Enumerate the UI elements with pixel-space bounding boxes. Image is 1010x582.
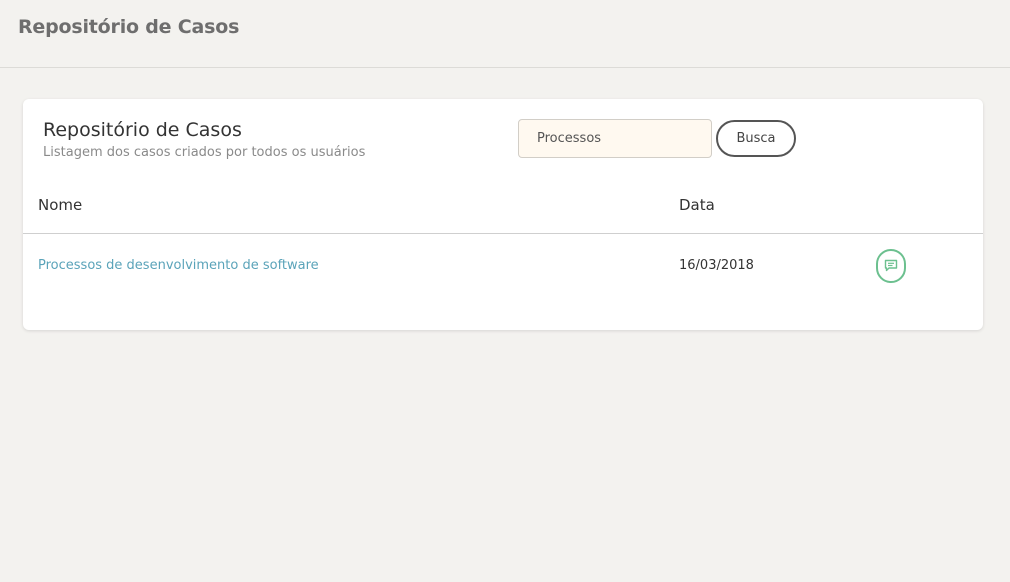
case-date: 16/03/2018 [679,258,754,273]
table-header-divider [23,233,983,234]
card-subtitle: Listagem dos casos criados por todos os … [43,145,366,160]
page-title: Repositório de Casos [18,16,240,38]
comment-button[interactable] [876,249,906,283]
column-header-date: Data [679,196,715,214]
column-header-name: Nome [38,196,83,214]
top-bar: Repositório de Casos [0,0,1010,68]
cases-card: Repositório de Casos Listagem dos casos … [23,99,983,330]
card-title: Repositório de Casos [43,119,242,141]
search-input[interactable] [518,119,712,158]
comment-icon [884,259,898,272]
case-link[interactable]: Processos de desenvolvimento de software [38,258,319,273]
search-button[interactable]: Busca [716,120,796,157]
